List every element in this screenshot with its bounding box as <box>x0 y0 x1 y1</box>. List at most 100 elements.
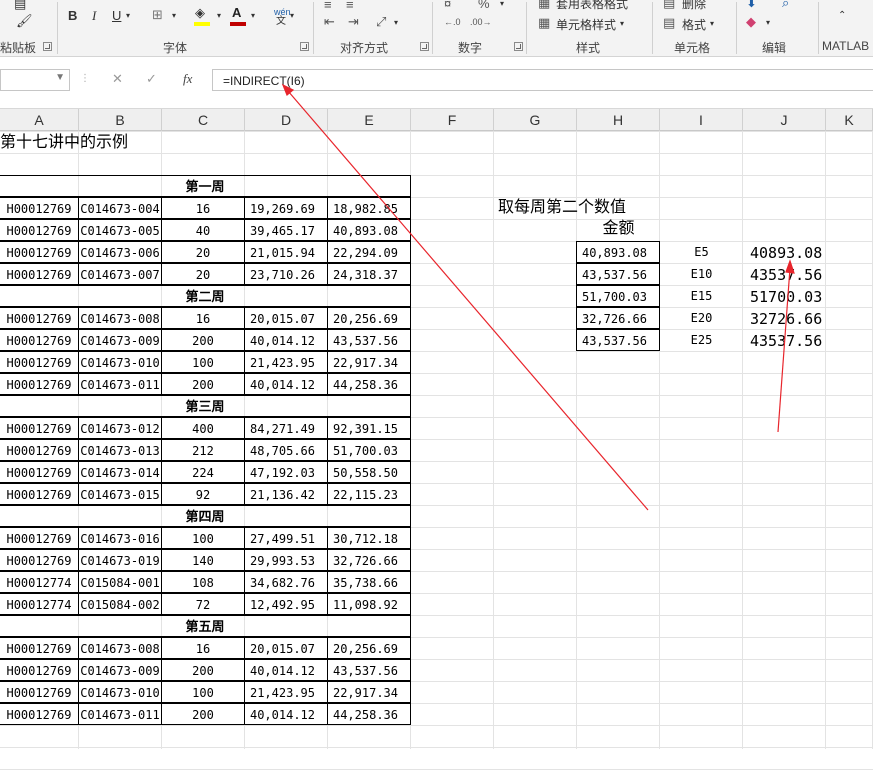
cell-style-icon[interactable]: ▦ <box>538 15 550 31</box>
cell-order-id[interactable]: C014673-016 <box>78 527 162 549</box>
cell-amount[interactable]: 22,917.34 <box>327 681 411 703</box>
clipboard-launcher-icon[interactable] <box>43 42 52 51</box>
chevron-down-icon[interactable]: ▾ <box>710 16 714 32</box>
cell-cost[interactable]: 19,269.69 <box>244 197 328 219</box>
cell-order-id[interactable]: C014673-009 <box>78 659 162 681</box>
column-header-i[interactable]: I <box>660 109 743 131</box>
side-header[interactable]: 金额 <box>577 218 660 240</box>
cell-amount[interactable]: 22,294.09 <box>327 241 411 263</box>
cancel-icon[interactable]: ✕ <box>112 71 123 87</box>
cell-quantity[interactable]: 140 <box>161 549 245 571</box>
formula-input[interactable]: =INDIRECT(I6) <box>212 69 873 91</box>
cell-amount[interactable]: 92,391.15 <box>327 417 411 439</box>
side-amount[interactable]: 43,537.56 <box>576 263 660 285</box>
column-header-k[interactable]: K <box>826 109 873 131</box>
side-reference[interactable]: E20 <box>660 307 743 329</box>
cell-cost[interactable]: 48,705.66 <box>244 439 328 461</box>
cell-order-id[interactable]: C015084-001 <box>78 571 162 593</box>
column-header-e[interactable]: E <box>328 109 411 131</box>
column-header-d[interactable]: D <box>245 109 328 131</box>
chevron-down-icon[interactable]: ▾ <box>620 16 624 32</box>
cell-quantity[interactable]: 100 <box>161 351 245 373</box>
side-indirect-value[interactable]: 43537.56 <box>743 264 873 286</box>
cell-order-id[interactable]: C014673-007 <box>78 263 162 285</box>
cell-quantity[interactable]: 40 <box>161 219 245 241</box>
cell-order-id[interactable]: C014673-009 <box>78 329 162 351</box>
cell-cost[interactable]: 29,993.53 <box>244 549 328 571</box>
cell-amount[interactable]: 30,712.18 <box>327 527 411 549</box>
cell-order-id[interactable]: C014673-011 <box>78 703 162 725</box>
chevron-down-icon[interactable]: ▾ <box>500 0 504 12</box>
cell-customer-id[interactable]: H00012769 <box>0 549 79 571</box>
number-launcher-icon[interactable] <box>514 42 523 51</box>
cell-cost[interactable]: 40,014.12 <box>244 703 328 725</box>
cell-quantity[interactable]: 100 <box>161 527 245 549</box>
cell-quantity[interactable]: 16 <box>161 637 245 659</box>
cell-amount[interactable]: 43,537.56 <box>327 659 411 681</box>
cell-quantity[interactable]: 108 <box>161 571 245 593</box>
cell-order-id[interactable]: C014673-008 <box>78 307 162 329</box>
cell-order-id[interactable]: C014673-015 <box>78 483 162 505</box>
cell-quantity[interactable]: 212 <box>161 439 245 461</box>
side-reference[interactable]: E25 <box>660 329 743 351</box>
week-header[interactable]: 第二周 <box>0 285 411 307</box>
cell-cost[interactable]: 21,423.95 <box>244 681 328 703</box>
cell-order-id[interactable]: C014673-010 <box>78 351 162 373</box>
border-icon[interactable]: ⊞ <box>152 7 163 23</box>
chevron-down-icon[interactable]: ▾ <box>172 8 176 24</box>
week-header[interactable]: 第三周 <box>0 395 411 417</box>
cell-cost[interactable]: 40,014.12 <box>244 373 328 395</box>
cell-order-id[interactable]: C014673-013 <box>78 439 162 461</box>
cell-customer-id[interactable]: H00012769 <box>0 263 79 285</box>
cell-amount[interactable]: 11,098.92 <box>327 593 411 615</box>
cell-order-id[interactable]: C014673-004 <box>78 197 162 219</box>
decrease-decimal-icon[interactable]: .00→ <box>470 14 492 30</box>
cell-amount[interactable]: 51,700.03 <box>327 439 411 461</box>
cell-customer-id[interactable]: H00012769 <box>0 637 79 659</box>
side-indirect-value[interactable]: 43537.56 <box>743 330 873 352</box>
cell-quantity[interactable]: 224 <box>161 461 245 483</box>
cell-customer-id[interactable]: H00012769 <box>0 483 79 505</box>
cell-amount[interactable]: 44,258.36 <box>327 703 411 725</box>
column-header-h[interactable]: H <box>577 109 660 131</box>
cell-customer-id[interactable]: H00012769 <box>0 351 79 373</box>
underline-button[interactable]: U <box>112 8 121 24</box>
side-amount[interactable]: 51,700.03 <box>576 285 660 307</box>
side-amount[interactable]: 43,537.56 <box>576 329 660 351</box>
column-header-j[interactable]: J <box>743 109 826 131</box>
cell-cost[interactable]: 40,014.12 <box>244 329 328 351</box>
increase-indent-icon[interactable]: ⇥ <box>348 14 359 30</box>
format-painter-icon[interactable]: 🖌 <box>16 13 33 29</box>
cell-customer-id[interactable]: H00012769 <box>0 219 79 241</box>
cell-quantity[interactable]: 72 <box>161 593 245 615</box>
cell-order-id[interactable]: C014673-019 <box>78 549 162 571</box>
cell-cost[interactable]: 20,015.07 <box>244 307 328 329</box>
cell-cost[interactable]: 27,499.51 <box>244 527 328 549</box>
cell-quantity[interactable]: 200 <box>161 329 245 351</box>
side-indirect-value[interactable]: 40893.08 <box>743 242 873 264</box>
cell-customer-id[interactable]: H00012769 <box>0 373 79 395</box>
currency-icon[interactable]: ¤ <box>444 0 451 12</box>
cell-quantity[interactable]: 16 <box>161 197 245 219</box>
cell-customer-id[interactable]: H00012769 <box>0 439 79 461</box>
cell-styles-button[interactable]: 单元格样式 <box>556 16 616 33</box>
side-reference[interactable]: E10 <box>660 263 743 285</box>
side-title[interactable]: 取每周第二个数值 <box>494 196 660 220</box>
cell-customer-id[interactable]: H00012769 <box>0 461 79 483</box>
cell-quantity[interactable]: 200 <box>161 659 245 681</box>
side-amount[interactable]: 32,726.66 <box>576 307 660 329</box>
alignment-launcher-icon[interactable] <box>420 42 429 51</box>
column-header-f[interactable]: F <box>411 109 494 131</box>
cell-amount[interactable]: 50,558.50 <box>327 461 411 483</box>
cell-cost[interactable]: 84,271.49 <box>244 417 328 439</box>
cell-amount[interactable]: 22,917.34 <box>327 351 411 373</box>
cell-quantity[interactable]: 200 <box>161 703 245 725</box>
chevron-down-icon[interactable]: ▾ <box>126 8 130 24</box>
cell-cost[interactable]: 12,492.95 <box>244 593 328 615</box>
chevron-down-icon[interactable]: ▾ <box>251 8 255 24</box>
orientation-icon[interactable]: ⤢ <box>376 14 386 30</box>
cell-cost[interactable]: 47,192.03 <box>244 461 328 483</box>
chevron-down-icon[interactable]: ▾ <box>394 15 398 31</box>
increase-decimal-icon[interactable]: ←.0 <box>444 14 461 30</box>
cell-customer-id[interactable]: H00012769 <box>0 659 79 681</box>
